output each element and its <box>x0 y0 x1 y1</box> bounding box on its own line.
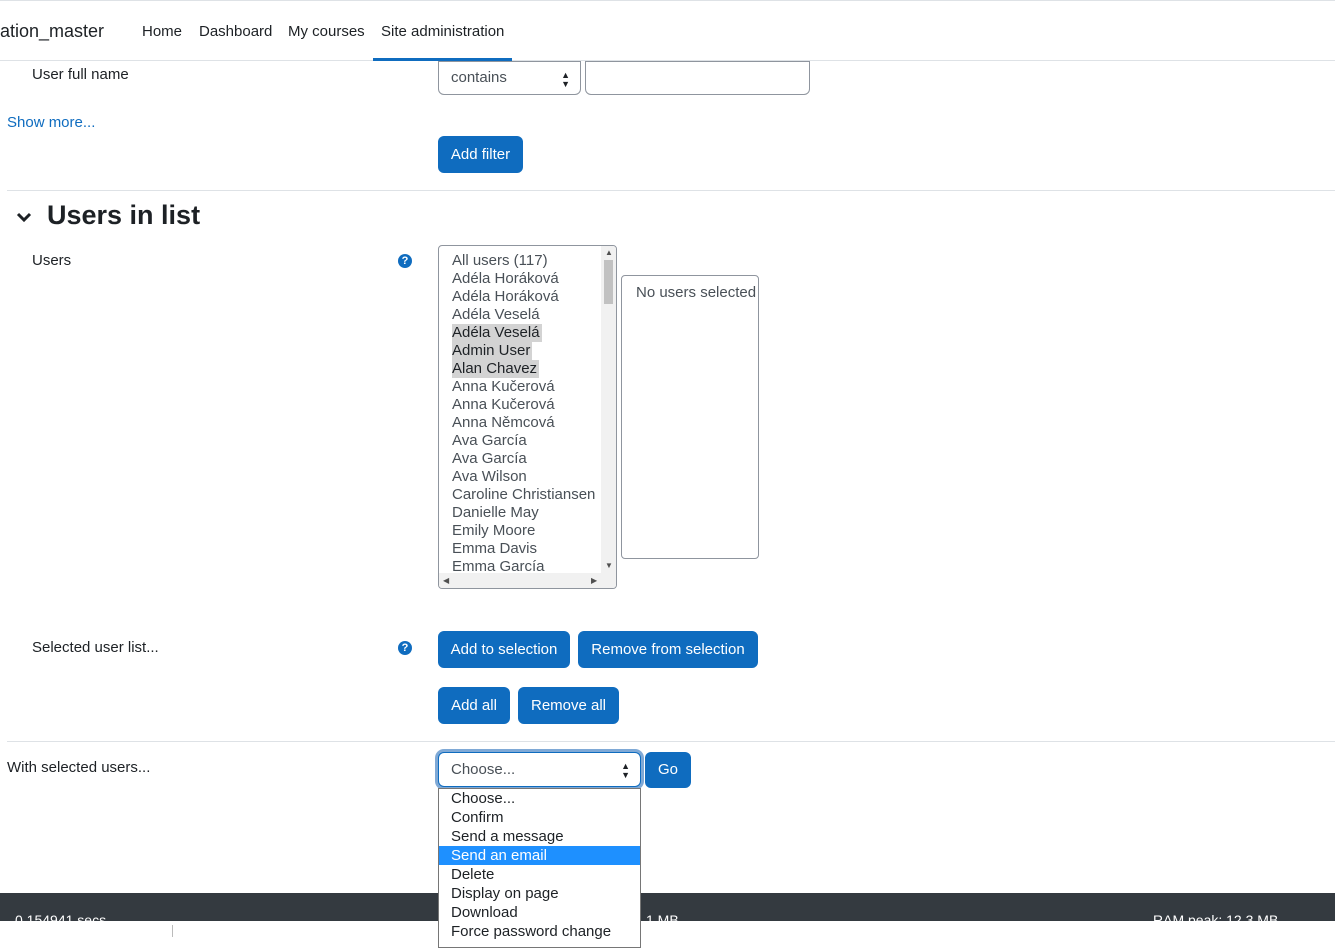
help-icon[interactable]: ? <box>398 641 412 655</box>
user-option[interactable]: Adéla Horáková <box>452 270 559 287</box>
footer-timing: 0.154941 secs <box>15 912 107 921</box>
scroll-left-icon[interactable]: ◀ <box>443 576 449 585</box>
bulk-action-option[interactable]: Delete <box>439 865 640 884</box>
user-full-name-input[interactable] <box>585 61 810 95</box>
users-listbox[interactable]: All users (117) Adéla Horáková Adéla Horák… <box>438 245 617 589</box>
user-option[interactable]: Caroline Christiansen <box>452 486 595 503</box>
user-option[interactable]: Danielle May <box>452 504 539 521</box>
nav-my-courses[interactable]: My courses <box>288 23 365 40</box>
scroll-right-icon[interactable]: ▶ <box>591 576 597 585</box>
user-option[interactable]: Emma Davis <box>452 540 537 557</box>
site-brand[interactable]: ation_master <box>0 21 104 42</box>
bulk-action-dropdown[interactable]: Choose... Confirm Send a message Send an em… <box>438 788 641 948</box>
user-option[interactable]: Adéla Veselá <box>452 306 540 323</box>
chevron-down-icon[interactable] <box>16 211 32 223</box>
select-arrows-icon: ▲ ▼ <box>561 70 570 89</box>
with-selected-users-label: With selected users... <box>7 759 151 776</box>
scroll-down-icon[interactable]: ▼ <box>605 561 613 570</box>
user-full-name-label: User full name <box>32 66 129 83</box>
user-option[interactable]: Anna Němcová <box>452 414 555 431</box>
scroll-up-icon[interactable]: ▲ <box>605 248 613 257</box>
nav-dashboard[interactable]: Dashboard <box>199 23 272 40</box>
user-option[interactable]: Anna Kučerová <box>452 396 555 413</box>
user-option[interactable]: Admin User <box>452 342 533 360</box>
user-option[interactable]: Ava García <box>452 450 527 467</box>
section-divider <box>7 190 1335 191</box>
nav-home[interactable]: Home <box>142 23 182 40</box>
add-filter-button[interactable]: Add filter <box>438 136 523 173</box>
footer-divider <box>172 925 173 937</box>
add-all-button[interactable]: Add all <box>438 687 510 724</box>
users-label: Users <box>32 252 72 269</box>
select-arrows-icon: ▲ ▼ <box>621 761 630 780</box>
add-to-selection-button[interactable]: Add to selection <box>438 631 570 668</box>
selected-user-list-label: Selected user list... <box>32 639 159 656</box>
footer-bottom-bar <box>0 921 1335 937</box>
nav-site-administration[interactable]: Site administration <box>381 23 504 40</box>
bulk-action-option[interactable]: Send a message <box>439 827 640 846</box>
user-option[interactable]: All users (117) <box>452 252 548 269</box>
bulk-action-select[interactable]: Choose... ▲ ▼ <box>438 752 641 787</box>
page-footer: 0.154941 secs 1 MB RAM peak: 12.3 MB <box>0 893 1335 921</box>
user-option[interactable]: Anna Kučerová <box>452 378 555 395</box>
section-divider <box>7 741 1335 742</box>
bulk-action-option[interactable]: Choose... <box>439 789 640 808</box>
footer-memory: 1 MB <box>646 912 679 921</box>
user-option[interactable]: Ava García <box>452 432 527 449</box>
user-option[interactable]: Adéla Horáková <box>452 288 559 305</box>
top-navbar: ation_master Home Dashboard My courses S… <box>0 0 1335 61</box>
bulk-action-option[interactable]: Force password change <box>439 922 640 941</box>
operator-select[interactable]: contains ▲ ▼ <box>438 61 581 95</box>
users-list: All users (117) Adéla Horáková Adéla Horák… <box>452 252 595 576</box>
vertical-scrollbar[interactable]: ▲ ▼ <box>601 246 616 574</box>
user-option[interactable]: Emily Moore <box>452 522 535 539</box>
operator-value: contains <box>451 69 507 86</box>
horizontal-scrollbar[interactable]: ◀ ▶ <box>439 573 616 588</box>
bulk-action-option[interactable]: Download <box>439 903 640 922</box>
remove-all-button[interactable]: Remove all <box>518 687 619 724</box>
user-option[interactable]: Adéla Veselá <box>452 324 542 342</box>
bulk-action-option[interactable]: Confirm <box>439 808 640 827</box>
no-users-selected-text: No users selected <box>636 284 757 301</box>
selected-users-listbox[interactable]: No users selected <box>621 275 759 559</box>
user-option[interactable]: Alan Chavez <box>452 360 540 378</box>
footer-ram-peak: RAM peak: 12.3 MB <box>1153 912 1279 921</box>
scrollbar-thumb[interactable] <box>604 260 613 304</box>
bulk-action-option[interactable]: Display on page <box>439 884 640 903</box>
remove-from-selection-button[interactable]: Remove from selection <box>578 631 758 668</box>
bulk-action-value: Choose... <box>451 761 516 778</box>
user-option[interactable]: Ava Wilson <box>452 468 527 485</box>
help-icon[interactable]: ? <box>398 254 412 268</box>
section-title-users-in-list: Users in list <box>47 200 201 230</box>
go-button[interactable]: Go <box>645 752 691 788</box>
show-more-link[interactable]: Show more... <box>7 114 95 131</box>
bulk-action-option[interactable]: Send an email <box>439 846 640 865</box>
